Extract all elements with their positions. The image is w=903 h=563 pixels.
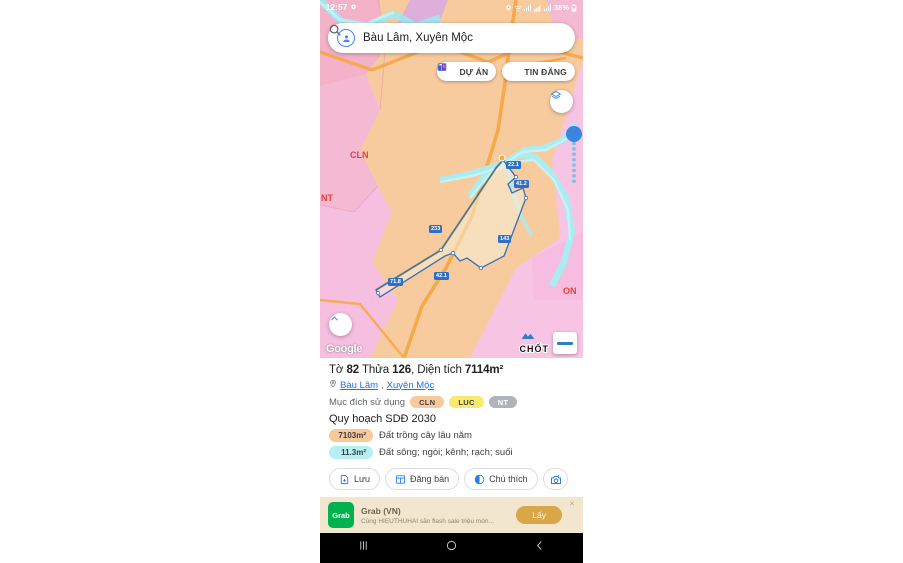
parcel-edge-label: 42.1 [434,272,449,280]
search-input[interactable]: Bàu Lâm, Xuyên Mộc [363,32,544,44]
save-button-label: Lưu [354,474,371,484]
status-icons: 38% [505,0,577,17]
map-canvas[interactable]: CLN NT ON 22.1 41.2 143 233 42.1 71.8 Bà… [320,0,583,358]
back-button[interactable] [526,539,552,557]
status-bar: 12:57 38% [320,0,583,15]
contrast-circle-icon [474,474,485,485]
layers-button[interactable] [550,90,573,113]
home-icon [445,539,458,557]
signal-bars-icon [523,4,532,11]
camera-button[interactable] [542,468,568,490]
legend-row: 11.3m² Đất sông; ngòi; kênh; rạch; suối [329,446,574,459]
wifi-icon [514,0,522,17]
close-icon[interactable]: ✕ [569,500,575,508]
android-nav-bar [320,533,583,563]
parcel-sheet-no: 82 [346,364,360,376]
action-button-row: Lưu Đăng bán Chú thích [329,468,574,490]
search-icon[interactable] [329,24,566,45]
map-filter-chips: DỰ ÁN TIN ĐĂNG [437,62,575,81]
purpose-row: Mục đích sử dụng CLN LUC NT [329,396,574,408]
list-board-icon [438,63,520,77]
place-pin-icon [329,379,337,391]
chip-label: TIN ĐĂNG [524,66,567,77]
camera-icon [550,474,561,485]
chip-label: DỰ ÁN [459,66,489,77]
ad-subtitle: Cùng HIEUTHUHAI săn flash sale triệu món… [361,517,494,525]
ad-cta-button[interactable]: Lấy [516,506,563,524]
parcel-title-prefix: Tờ [329,364,347,376]
status-clock-group: 12:57 [326,3,357,12]
parcel-edge-label: 41.2 [514,180,529,188]
link-district[interactable]: Xuyên Mộc [387,380,435,391]
legend-row: 7103m² Đất trồng cây lâu năm [329,429,574,442]
parcel-area: 7114m² [464,364,504,376]
clock-label: 12:57 [326,3,348,12]
parcel-area-word: , Diện tích [411,364,465,376]
chot-sticker-label: CHỐT [519,343,549,355]
purpose-tag-cln[interactable]: CLN [410,396,445,408]
sim-signal-icon [533,0,542,17]
parcel-edge-label: 71.8 [388,278,403,286]
link-ward[interactable]: Bàu Lâm [340,380,378,391]
battery-label: 38% [553,3,569,12]
ad-logo: Grab [328,502,354,528]
map-thumbnail-icon[interactable] [521,332,577,354]
phone-screen: CLN NT ON 22.1 41.2 143 233 42.1 71.8 Bà… [320,0,583,563]
purpose-label: Mục đích sử dụng [329,396,406,408]
legend-area-badge: 7103m² [329,429,373,442]
signal-bars-icon-2 [543,4,552,11]
save-file-icon [339,474,350,485]
parcel-edge-label: 143 [498,235,512,243]
map-zone-label: CLN [350,150,369,160]
battery-icon [571,0,577,17]
map-zone-label: NT [321,193,333,203]
parcel-edge-label: 22.1 [506,161,521,169]
google-watermark: Google [326,343,363,355]
save-button[interactable]: Lưu [329,468,381,490]
purpose-tag-luc[interactable]: LUC [449,396,484,408]
collapse-panel-button[interactable] [329,313,352,336]
parcel-edge-label: 233 [429,225,443,233]
map-zone-label: ON [563,286,577,296]
post-listing-button[interactable]: Đăng bán [385,468,460,490]
parcel-plot-no: 126 [392,364,412,376]
planning-label: Quy hoạch SDĐ 2030 [329,413,437,425]
purpose-tag-nt[interactable]: NT [488,396,518,408]
search-bar[interactable]: Bàu Lâm, Xuyên Mộc [328,23,575,53]
ad-banner[interactable]: Grab Grab (VN) Cùng HIEUTHUHAI săn flash… [320,497,583,533]
screenshot-canvas: CLN NT ON 22.1 41.2 143 233 42.1 71.8 Bà… [0,0,903,563]
parcel-location: Bàu Lâm, Xuyên Mộc [329,379,574,391]
legend-text: Đất trồng cây lâu năm [379,430,472,441]
parcel-title: Tờ 82 Thửa 126, Diện tích 7114m² [329,364,574,376]
ad-text-group: Grab (VN) Cùng HIEUTHUHAI săn flash sale… [361,506,509,525]
post-listing-button-label: Đăng bán [410,474,450,484]
chot-sticker-group: CHỐT [519,332,577,355]
parcel-info-panel: Tờ 82 Thửa 126, Diện tích 7114m² Bàu Lâm… [320,358,583,490]
home-button[interactable] [438,539,464,557]
recents-button[interactable] [351,539,377,557]
map-vector [320,0,583,358]
chip-tin-dang[interactable]: TIN ĐĂNG [438,62,575,81]
legend-area-badge: 11.3m² [329,446,373,459]
location-icon [505,0,512,17]
post-listing-icon [395,474,406,485]
annotation-button-label: Chú thích [489,474,528,484]
legend-text: Đất sông; ngòi; kênh; rạch; suối [379,447,513,458]
alarm-icon [350,3,357,12]
location-separator: , [381,379,384,391]
recents-icon [357,539,370,557]
ad-title: Grab (VN) [361,505,401,516]
annotation-button[interactable]: Chú thích [464,468,538,490]
parcel-plot-word: Thửa [359,364,393,376]
back-icon [533,539,546,557]
